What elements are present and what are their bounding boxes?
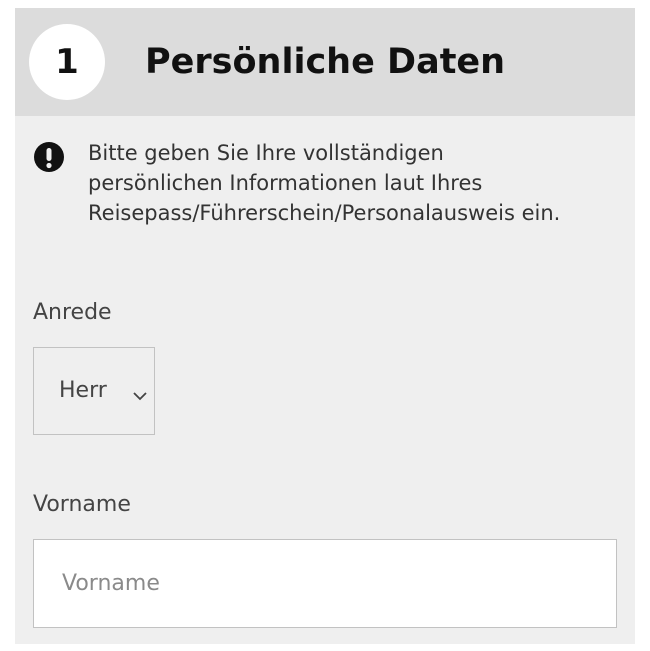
first-name-label: Vorname: [33, 492, 131, 517]
salutation-label: Anrede: [33, 300, 112, 325]
section-header: 1 Persönliche Daten: [15, 8, 635, 116]
salutation-select[interactable]: Herr: [33, 347, 155, 435]
salutation-selected-value: Herr: [59, 378, 107, 403]
chevron-down-icon: [132, 386, 148, 405]
first-name-input[interactable]: [33, 539, 617, 628]
step-number-badge: 1: [29, 24, 105, 100]
info-notice-text: Bitte geben Sie Ihre vollständigen persö…: [88, 141, 561, 225]
section-title: Persönliche Daten: [145, 42, 506, 82]
alert-icon: [33, 141, 65, 177]
personal-data-card: 1 Persönliche Daten Bitte geben Sie Ihre…: [15, 8, 635, 644]
step-number: 1: [55, 42, 79, 82]
